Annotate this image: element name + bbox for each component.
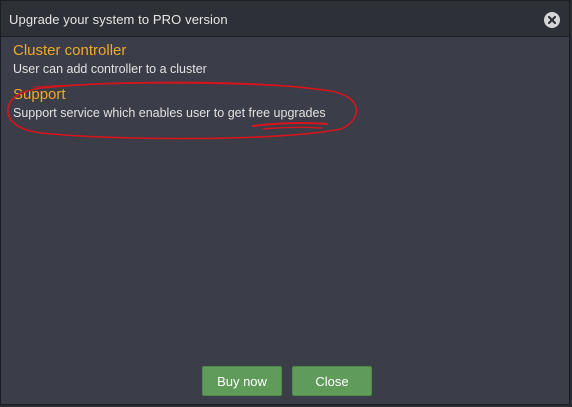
upgrade-dialog: Upgrade your system to PRO version Clust… [0, 0, 570, 405]
feature-description: Support service which enables user to ge… [13, 106, 326, 120]
close-button[interactable]: Close [292, 366, 372, 396]
feature-cluster-controller: Cluster controller User can add controll… [13, 42, 207, 77]
feature-support: Support Support service which enables us… [13, 86, 326, 121]
feature-title: Support [13, 86, 66, 103]
buy-now-button[interactable]: Buy now [202, 366, 282, 396]
close-icon[interactable] [544, 12, 560, 28]
feature-description: User can add controller to a cluster [13, 62, 207, 76]
dialog-title: Upgrade your system to PRO version [9, 12, 228, 27]
feature-title: Cluster controller [13, 42, 127, 59]
dialog-titlebar: Upgrade your system to PRO version [1, 1, 569, 37]
